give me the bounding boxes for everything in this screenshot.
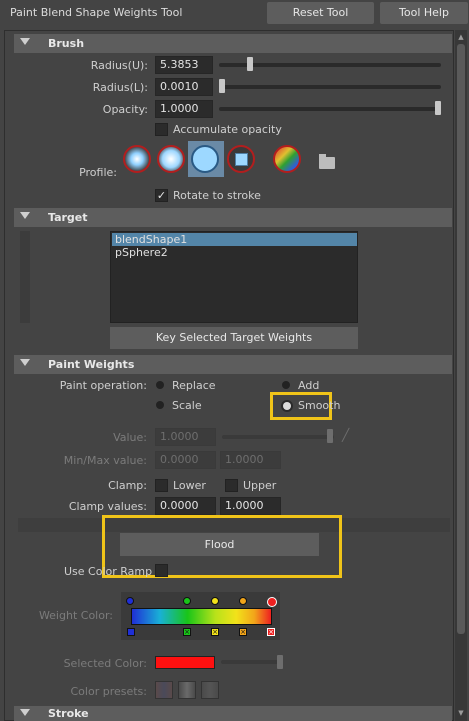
target-list-gutter xyxy=(20,231,30,323)
scale-radio[interactable] xyxy=(156,401,164,409)
scale-label: Scale xyxy=(172,399,202,412)
target-header-label: Target xyxy=(48,211,88,224)
scrollbar-thumb[interactable] xyxy=(457,44,465,634)
opacity-slider[interactable] xyxy=(219,107,441,111)
brush-section-header[interactable]: Brush xyxy=(14,34,452,53)
weight-color-label: Weight Color: xyxy=(38,609,113,622)
paint-weights-section-header[interactable]: Paint Weights xyxy=(14,355,452,374)
color-preset-3[interactable] xyxy=(201,681,219,699)
scroll-down-icon[interactable]: ▼ xyxy=(457,708,465,718)
radius-l-slider[interactable] xyxy=(219,85,441,89)
eyedropper-icon[interactable]: ╱ xyxy=(342,428,356,442)
ramp-stop-green-close-icon[interactable]: × xyxy=(183,628,191,636)
color-preset-2[interactable] xyxy=(178,681,196,699)
paint-operation-label: Paint operation: xyxy=(59,379,147,392)
replace-radio[interactable] xyxy=(156,381,164,389)
stroke-header-label: Stroke xyxy=(48,707,89,720)
max-value-field[interactable]: 1.0000 xyxy=(220,451,281,469)
profile-image-icon[interactable] xyxy=(273,145,301,173)
clamp-max-field[interactable]: 1.0000 xyxy=(220,497,281,515)
target-list-item[interactable]: pSphere2 xyxy=(112,246,357,259)
radius-u-field[interactable]: 5.3853 xyxy=(155,56,213,74)
radius-l-field[interactable]: 0.0010 xyxy=(155,78,213,96)
ramp-stop-yellow-close-icon[interactable]: × xyxy=(211,628,219,636)
accumulate-opacity-checkbox[interactable] xyxy=(155,123,168,136)
ramp-marker-red-selected[interactable] xyxy=(267,597,277,607)
clamp-lower-checkbox[interactable] xyxy=(155,479,168,492)
radius-l-label: Radius(L): xyxy=(92,81,148,94)
ramp-stop-orange-close-icon[interactable]: × xyxy=(239,628,247,636)
stroke-section-header[interactable]: Stroke xyxy=(14,706,452,721)
value-label: Value: xyxy=(113,431,147,444)
selected-color-label: Selected Color: xyxy=(63,657,147,670)
scroll-up-icon[interactable]: ▲ xyxy=(457,32,465,42)
profile-gaussian-icon[interactable] xyxy=(123,145,151,173)
opacity-slider-handle[interactable] xyxy=(435,101,441,115)
collapse-arrow-icon xyxy=(20,709,30,716)
use-color-ramp-checkbox[interactable] xyxy=(155,564,168,577)
ramp-marker-green[interactable] xyxy=(183,597,191,605)
accumulate-opacity-label: Accumulate opacity xyxy=(173,123,282,136)
profile-square-icon[interactable] xyxy=(227,145,255,173)
key-selected-target-weights-button[interactable]: Key Selected Target Weights xyxy=(110,327,358,349)
min-value-field[interactable]: 0.0000 xyxy=(155,451,216,469)
ramp-stop-blue[interactable] xyxy=(127,628,135,636)
selected-color-swatch[interactable] xyxy=(155,656,215,669)
clamp-label: Clamp: xyxy=(108,479,147,492)
rotate-to-stroke-label: Rotate to stroke xyxy=(173,189,261,202)
add-radio[interactable] xyxy=(282,381,290,389)
clamp-min-field[interactable]: 0.0000 xyxy=(155,497,216,515)
collapse-arrow-icon xyxy=(20,359,30,366)
clamp-values-label: Clamp values: xyxy=(68,500,147,513)
selected-color-slider[interactable] xyxy=(221,660,283,664)
radius-u-slider-handle[interactable] xyxy=(247,57,253,71)
clamp-lower-label: Lower xyxy=(173,479,206,492)
ramp-stop-red-close-icon[interactable]: × xyxy=(267,628,275,636)
target-list-item[interactable]: blendShape1 xyxy=(112,233,357,246)
paint-weights-header-label: Paint Weights xyxy=(48,358,135,371)
profile-solid-icon[interactable] xyxy=(191,145,219,173)
ramp-marker-orange[interactable] xyxy=(239,597,247,605)
rotate-to-stroke-checkbox[interactable]: ✓ xyxy=(155,189,168,202)
reset-tool-button[interactable]: Reset Tool xyxy=(267,2,374,24)
value-field[interactable]: 1.0000 xyxy=(155,428,216,446)
radius-u-label: Radius(U): xyxy=(90,59,148,72)
minmax-value-label: Min/Max value: xyxy=(63,454,147,467)
selected-color-slider-handle[interactable] xyxy=(277,655,283,669)
collapse-arrow-icon xyxy=(20,212,30,219)
use-color-ramp-label: Use Color Ramp xyxy=(64,565,153,578)
collapse-arrow-icon xyxy=(20,38,30,45)
ramp-marker-blue[interactable] xyxy=(126,597,134,605)
tool-help-button[interactable]: Tool Help xyxy=(380,2,468,24)
target-list[interactable]: blendShape1 pSphere2 xyxy=(110,231,358,323)
opacity-label: Opacity: xyxy=(102,103,148,116)
radius-l-slider-handle[interactable] xyxy=(219,79,225,93)
target-section-header[interactable]: Target xyxy=(14,208,452,227)
clamp-upper-label: Upper xyxy=(243,479,277,492)
color-preset-1[interactable] xyxy=(155,681,173,699)
folder-icon[interactable] xyxy=(319,154,335,169)
replace-label: Replace xyxy=(172,379,216,392)
profile-soft-icon[interactable] xyxy=(157,145,185,173)
add-label: Add xyxy=(298,379,320,392)
color-presets-label: Color presets: xyxy=(70,685,148,698)
brush-header-label: Brush xyxy=(48,37,85,50)
clamp-upper-checkbox[interactable] xyxy=(225,479,238,492)
smooth-radio[interactable] xyxy=(283,402,291,410)
opacity-field[interactable]: 1.0000 xyxy=(155,100,213,118)
profile-label: Profile: xyxy=(79,166,117,179)
window-title: Paint Blend Shape Weights Tool xyxy=(10,6,183,19)
ramp-marker-yellow[interactable] xyxy=(211,597,219,605)
weight-color-ramp[interactable] xyxy=(131,608,272,625)
smooth-label: Smooth xyxy=(298,399,341,412)
value-slider[interactable] xyxy=(222,435,334,439)
value-slider-handle[interactable] xyxy=(327,429,333,443)
